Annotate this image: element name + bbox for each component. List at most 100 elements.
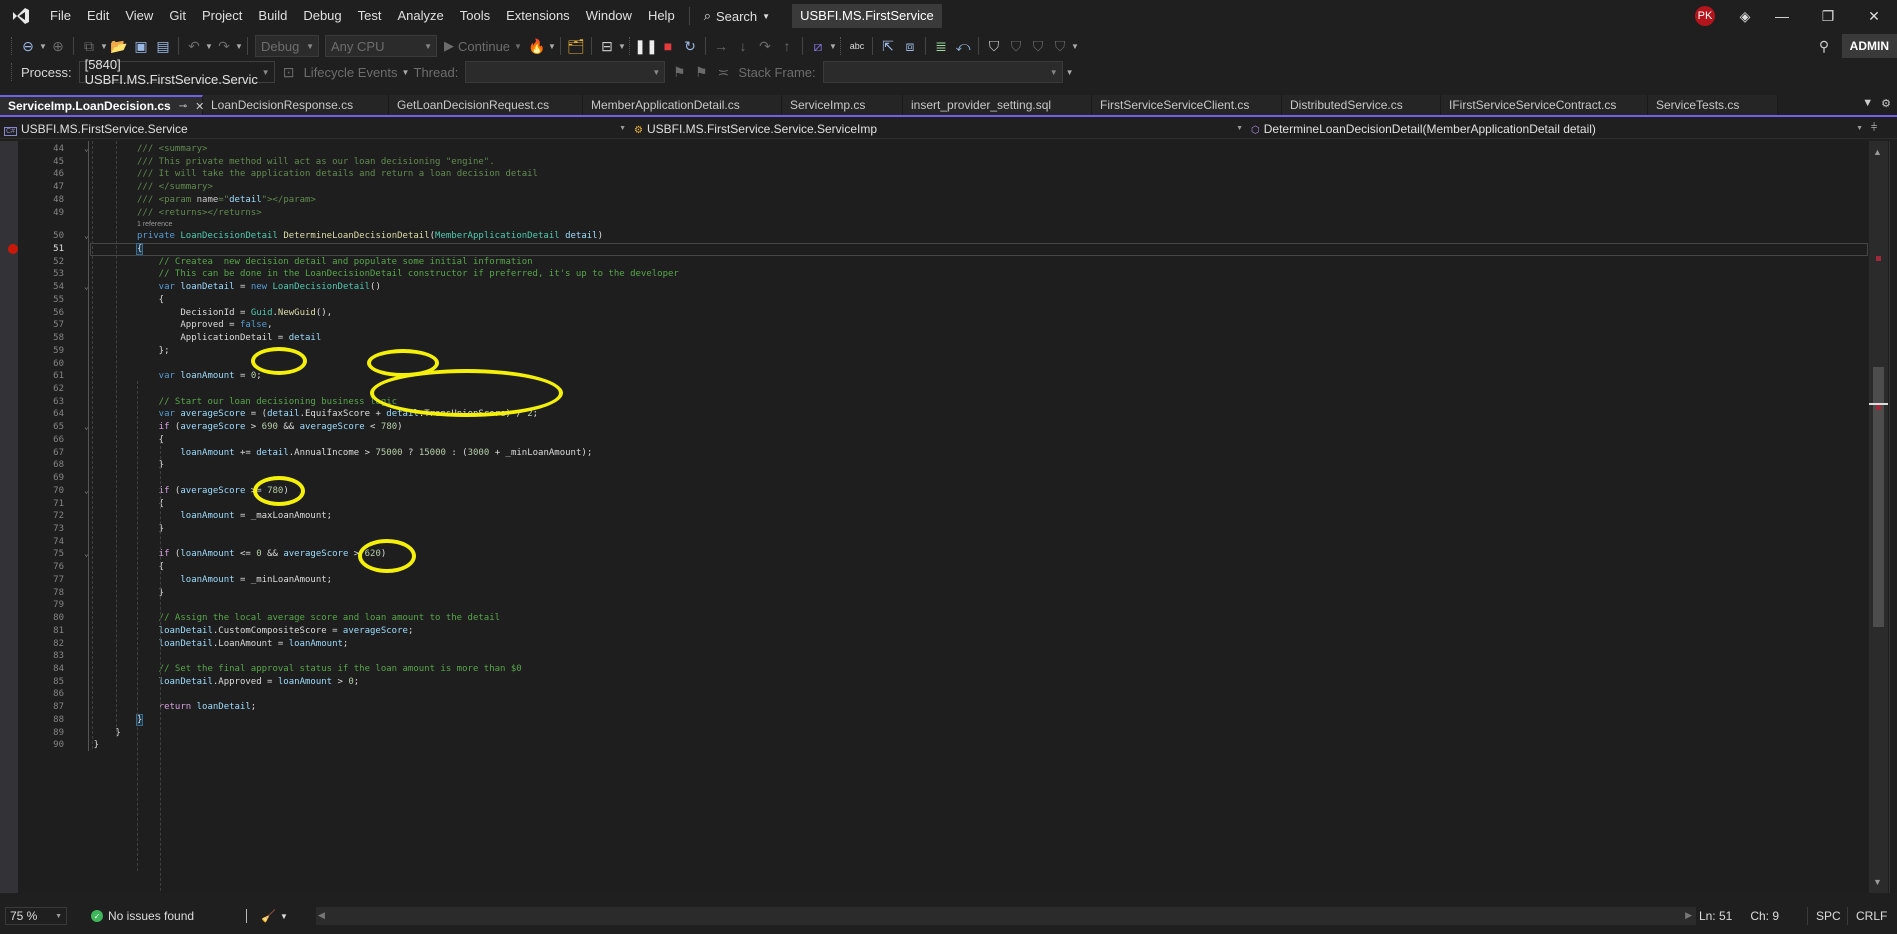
code-line[interactable]: 84 // Set the final approval status if th… xyxy=(0,663,1868,676)
code-line[interactable]: 61 var loanAmount = 0; xyxy=(0,370,1868,383)
menu-tools[interactable]: Tools xyxy=(452,0,498,32)
hex-display-icon[interactable]: ⧄ xyxy=(807,35,829,57)
code-line[interactable]: 62 xyxy=(0,383,1868,396)
tab-serviceimp[interactable]: ServiceImp.cs xyxy=(782,95,903,115)
code-line[interactable]: 47 /// </summary> xyxy=(0,181,1868,194)
stop-icon[interactable]: ■ xyxy=(657,35,679,57)
code-line[interactable]: 63 // Start our loan decisioning business… xyxy=(0,396,1868,409)
tab-ifirstserviceservicecontract[interactable]: IFirstServiceServiceContract.cs xyxy=(1441,95,1648,115)
save-all-icon[interactable]: ▤ xyxy=(152,35,174,57)
undo-icon[interactable]: ↶ xyxy=(183,35,205,57)
stack-frame-select[interactable]: ▼ xyxy=(822,61,1063,83)
toolbar-overflow-icon[interactable]: ▼ xyxy=(1066,68,1074,77)
chevron-down-icon[interactable]: ▼ xyxy=(618,42,626,51)
uncomment-lines-icon[interactable]: ⤺ xyxy=(952,35,974,57)
whitespace-indicator[interactable]: SPC xyxy=(1807,907,1847,925)
code-line[interactable]: 60 xyxy=(0,358,1868,371)
open-folder-icon[interactable]: 📂 xyxy=(108,35,130,57)
code-line[interactable]: 71{ xyxy=(0,498,1868,511)
code-cleanup-icon[interactable]: 🧹 xyxy=(261,909,276,923)
lifecycle-events-icon[interactable]: ⊡ xyxy=(278,61,300,83)
restore-button[interactable]: ❐ xyxy=(1805,0,1851,32)
redo-icon[interactable]: ↷ xyxy=(213,35,235,57)
code-line[interactable]: 44 ⌄/// <summary> xyxy=(0,143,1868,156)
outlining-margin[interactable] xyxy=(88,141,89,751)
menu-debug[interactable]: Debug xyxy=(295,0,349,32)
diamond-icon[interactable]: ◈ xyxy=(1731,0,1759,32)
next-bookmark-icon[interactable]: ⛉ xyxy=(1027,35,1049,57)
code-line[interactable]: 88} xyxy=(0,713,1868,727)
code-line[interactable]: 56 DecisionId = Guid.NewGuid(), xyxy=(0,307,1868,320)
code-line[interactable]: 55 { xyxy=(0,294,1868,307)
code-line[interactable]: 45 /// This private method will act as ou… xyxy=(0,156,1868,169)
code-line[interactable]: 90} xyxy=(0,739,1868,752)
pin-icon[interactable]: ⊸ xyxy=(179,101,187,112)
configuration-select[interactable]: Debug ▼ xyxy=(255,35,319,57)
code-line[interactable]: 86 xyxy=(0,688,1868,701)
tab-distributedservice[interactable]: DistributedService.cs xyxy=(1282,95,1441,115)
step-into-icon[interactable]: ↓ xyxy=(732,35,754,57)
menu-edit[interactable]: Edit xyxy=(79,0,117,32)
gear-icon[interactable]: ⚙ xyxy=(1881,97,1891,110)
select-element-icon[interactable]: ⇱ xyxy=(877,35,899,57)
show-threads-icon[interactable]: ≍ xyxy=(712,61,734,83)
line-ending-indicator[interactable]: CRLF xyxy=(1847,907,1889,925)
chevron-down-icon[interactable]: ▼ xyxy=(548,42,556,51)
code-line[interactable]: 67 loanAmount += detail.AnnualIncome > 75… xyxy=(0,447,1868,460)
navigate-back-icon[interactable]: ⊖ xyxy=(17,35,39,57)
code-line[interactable]: 51 { xyxy=(0,242,1868,256)
scroll-left-icon[interactable]: ◀ xyxy=(318,910,325,921)
tab-servicetests[interactable]: ServiceTests.cs xyxy=(1648,95,1778,115)
tab-serviceimp-loandecision[interactable]: ServiceImp.LoanDecision.cs ⊸ ✕ xyxy=(0,95,204,115)
flag-thread-icon[interactable]: ⚑ xyxy=(668,61,690,83)
menu-view[interactable]: View xyxy=(117,0,161,32)
split-window-icon[interactable]: ⫩ xyxy=(1867,122,1881,135)
previous-bookmark-icon[interactable]: ⛉ xyxy=(1005,35,1027,57)
clear-bookmarks-icon[interactable]: ⛉ xyxy=(1049,35,1071,57)
code-line[interactable]: 78} xyxy=(0,587,1868,600)
chevron-down-icon[interactable]: ▼ xyxy=(205,42,213,51)
tab-memberapplicationdetail[interactable]: MemberApplicationDetail.cs xyxy=(583,95,782,115)
menu-test[interactable]: Test xyxy=(350,0,390,32)
find-in-files-icon[interactable]: 🗂 xyxy=(565,35,587,57)
restart-icon[interactable]: ↻ xyxy=(679,35,701,57)
code-line[interactable]: 76{ xyxy=(0,561,1868,574)
type-select[interactable]: ⚙ USBFI.MS.FirstService.Service.ServiceIm… xyxy=(630,119,1247,139)
menu-build[interactable]: Build xyxy=(250,0,295,32)
bookmark-icon[interactable]: ⛉ xyxy=(983,35,1005,57)
code-line[interactable]: 82 loanDetail.LoanAmount = loanAmount; xyxy=(0,638,1868,651)
code-line[interactable]: 64 var averageScore = (detail.EquifaxScor… xyxy=(0,408,1868,421)
process-select[interactable]: [5840] USBFI.MS.FirstService.Servic ▼ xyxy=(78,57,275,87)
minimize-button[interactable]: — xyxy=(1759,0,1805,32)
live-share-icon[interactable]: ⚲ xyxy=(1813,35,1835,57)
hot-reload-icon[interactable]: 🔥 xyxy=(526,35,548,57)
scroll-right-icon[interactable]: ▶ xyxy=(1685,910,1692,921)
code-editor[interactable]: 44 ⌄/// <summary> 45 /// This private metho… xyxy=(0,141,1868,893)
code-line[interactable]: 83 xyxy=(0,650,1868,663)
code-line[interactable]: 75 ⌄ if (loanAmount <= 0 && averageScore >… xyxy=(0,548,1868,561)
tab-loandecisionresponse[interactable]: LoanDecisionResponse.cs xyxy=(203,95,389,115)
code-line[interactable]: 80 // Assign the local average score and … xyxy=(0,612,1868,625)
toolbar-overflow-icon[interactable]: ▼ xyxy=(1071,42,1079,51)
tab-insert-provider-setting[interactable]: insert_provider_setting.sql xyxy=(903,95,1092,115)
chevron-down-icon[interactable]: ▼ xyxy=(402,68,410,77)
code-line[interactable]: 46 /// It will take the application detai… xyxy=(0,168,1868,181)
scroll-up-icon[interactable]: ▲ xyxy=(1873,147,1882,157)
search-button[interactable]: ⌕ Search ▼ xyxy=(696,8,778,24)
chevron-down-icon[interactable]: ▼ xyxy=(235,42,243,51)
menu-extensions[interactable]: Extensions xyxy=(498,0,578,32)
code-line[interactable]: 77 loanAmount = _minLoanAmount; xyxy=(0,574,1868,587)
toolbar-grip[interactable] xyxy=(11,37,14,55)
code-line[interactable]: 72 loanAmount = _maxLoanAmount; xyxy=(0,510,1868,523)
pause-icon[interactable]: ❚❚ xyxy=(634,35,657,57)
project-select[interactable]: C# USBFI.MS.FirstService.Service ▼ xyxy=(0,119,630,139)
close-button[interactable]: ✕ xyxy=(1851,0,1897,32)
menu-file[interactable]: File xyxy=(42,0,79,32)
code-line[interactable]: 89} xyxy=(0,727,1868,740)
member-select[interactable]: ⬡ DetermineLoanDecisionDetail(MemberAppli… xyxy=(1247,119,1867,139)
code-line[interactable]: 79 xyxy=(0,599,1868,612)
step-over-icon[interactable]: ↷ xyxy=(754,35,776,57)
menu-window[interactable]: Window xyxy=(578,0,640,32)
new-project-icon[interactable]: ⧉ xyxy=(78,35,100,57)
flag-all-threads-icon[interactable]: ⚑ xyxy=(690,61,712,83)
